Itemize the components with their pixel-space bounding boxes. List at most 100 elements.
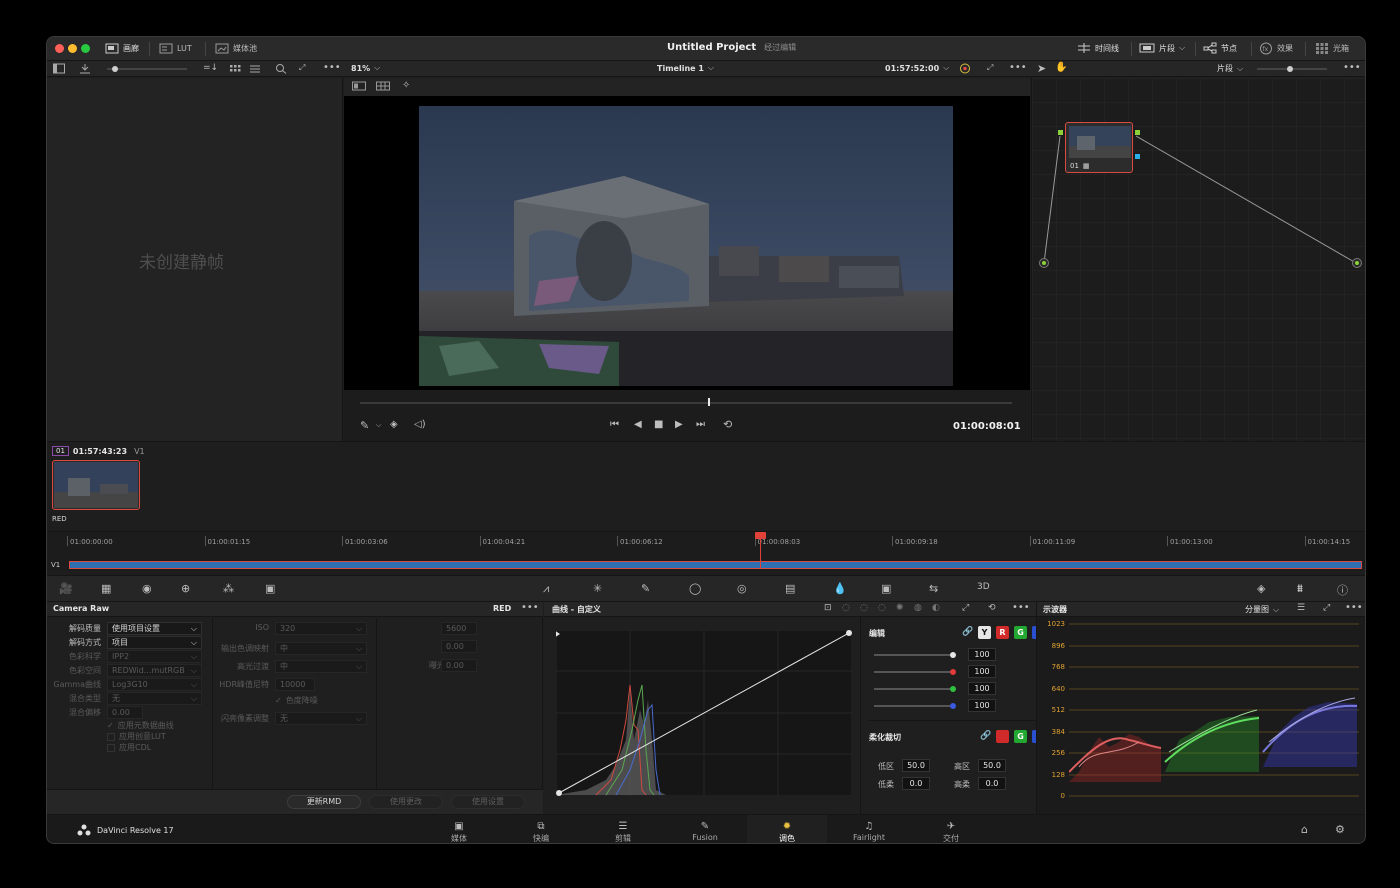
page-tab-deliver[interactable]: ✈ 交付 — [911, 815, 991, 843]
use-settings-button[interactable]: 使用设置 — [451, 795, 525, 809]
node-input-rgb[interactable] — [1058, 130, 1063, 135]
decode-quality-select[interactable]: 使用项目设置 ⌵ — [107, 622, 202, 635]
import-still-icon[interactable] — [79, 63, 91, 74]
page-tab-fairlight[interactable]: ♫ Fairlight — [829, 815, 909, 843]
play-reverse-icon[interactable]: ◀ — [634, 419, 642, 430]
node-output-rgb[interactable] — [1135, 130, 1140, 135]
highlight-rolloff-select[interactable]: 中 ⌵ — [275, 660, 367, 673]
color-temp-field[interactable]: 5600 — [441, 622, 477, 635]
search-icon[interactable] — [275, 63, 287, 74]
layers-icon[interactable]: ◈ — [390, 419, 398, 430]
hdr-wheels-icon[interactable]: ⊕ — [181, 582, 190, 595]
blur-icon[interactable]: 💧 — [833, 582, 847, 595]
go-to-end-icon[interactable]: ⏭ — [696, 419, 705, 430]
soft-clip-link-icon[interactable]: 🔗 — [980, 731, 991, 741]
pointer-tool-icon[interactable]: ➤ — [1037, 62, 1046, 75]
timeline-dropdown[interactable]: Timeline 1 ⌵ — [657, 63, 714, 73]
creative-lut-checkbox[interactable]: 应用创意LUT — [107, 731, 166, 742]
hand-tool-icon[interactable]: ✋ — [1055, 62, 1067, 73]
qualifier-icon[interactable]: ✎ — [641, 582, 650, 595]
zoom-dropdown[interactable]: 81% ⌵ — [351, 63, 380, 73]
exposure-field[interactable]: 0.00 — [441, 659, 477, 672]
update-rmd-button[interactable]: 更新RMD — [287, 795, 361, 809]
tab-lightbox[interactable]: 光箱 — [1315, 42, 1349, 54]
info-icon[interactable]: ⓘ — [1337, 582, 1348, 598]
link-icon[interactable]: 🔗 — [962, 627, 973, 637]
mini-timeline[interactable]: 01:00:00:00 01:00:01:15 01:00:03:06 01:00:0… — [47, 531, 1365, 571]
camera-raw-more-options-icon[interactable]: ••• — [521, 602, 539, 613]
g-intensity-value[interactable]: 100 — [968, 682, 996, 695]
curve-graph[interactable] — [556, 630, 852, 796]
high-soft-value[interactable]: 0.0 — [978, 777, 1006, 790]
sat-vs-sat-icon[interactable]: ◍ — [914, 603, 922, 613]
curves-more-options-icon[interactable]: ••• — [1012, 602, 1030, 613]
flash-pixel-select[interactable]: 无 ⌵ — [275, 712, 367, 725]
scope-expand-icon[interactable]: ⤢ — [1323, 603, 1330, 613]
motion-effects-icon[interactable]: ▣ — [265, 582, 275, 595]
hue-vs-sat-icon[interactable]: ◌ — [860, 603, 868, 613]
primaries-wheels-icon[interactable]: ◉ — [142, 582, 152, 595]
gallery-more-options-icon[interactable]: ••• — [323, 62, 341, 73]
gamut-compress-checkbox[interactable]: ✓ 色度降噪 — [275, 695, 318, 706]
tab-timeline[interactable]: 时间线 — [1077, 42, 1119, 54]
sidebar-toggle-icon[interactable] — [53, 63, 65, 74]
minimize-window-button[interactable] — [68, 44, 77, 53]
keyframes-icon[interactable]: ◈ — [1257, 582, 1265, 595]
use-changes-button[interactable]: 使用更改 — [369, 795, 443, 809]
b-intensity-value[interactable]: 100 — [968, 699, 996, 712]
node-output-key[interactable] — [1135, 154, 1140, 159]
mix-type-select[interactable]: 无 ⌵ — [107, 692, 202, 705]
volume-icon[interactable]: ◁) — [414, 419, 426, 430]
curve-point-shadow[interactable] — [556, 790, 562, 796]
split-screen-icon[interactable] — [352, 81, 366, 91]
tab-lut[interactable]: LUT — [159, 42, 192, 54]
iso-select[interactable]: 320 ⌵ — [275, 622, 367, 635]
timeline-clip-bar[interactable] — [69, 561, 1362, 569]
key-icon[interactable]: ▣ — [881, 582, 891, 595]
magic-mask-icon[interactable]: ▤ — [785, 582, 795, 595]
cdl-checkbox[interactable]: 应用CDL — [107, 742, 151, 753]
scope-mode-dropdown[interactable]: 分量图 ⌵ — [1245, 604, 1279, 615]
rgb-mixer-icon[interactable]: ⁂ — [223, 582, 234, 595]
sat-vs-lum-icon[interactable]: ◐ — [932, 603, 940, 613]
grid-overlay-icon[interactable] — [376, 81, 390, 91]
sort-icon[interactable]: =↓ — [203, 63, 218, 73]
maximize-window-button[interactable] — [81, 44, 90, 53]
sizing-icon[interactable]: ⇆ — [929, 582, 938, 595]
channel-r-chip[interactable]: R — [996, 626, 1009, 639]
output-tone-select[interactable]: 中 ⌵ — [275, 642, 367, 655]
curves-expand-icon[interactable]: ⤢ — [962, 603, 969, 613]
tab-media-pool[interactable]: 媒体池 — [215, 42, 257, 54]
viewer-more-options-icon[interactable]: ••• — [1009, 62, 1027, 73]
loop-icon[interactable]: ⟲ — [723, 418, 732, 431]
channel-g-chip[interactable]: G — [1014, 626, 1027, 639]
hue-vs-lum-icon[interactable]: ◌ — [878, 603, 886, 613]
viewer-fullscreen-icon[interactable]: ⤢ — [987, 63, 993, 73]
3d-icon[interactable]: 3D — [977, 582, 990, 592]
expand-gallery-icon[interactable]: ⤢ — [299, 63, 305, 73]
channel-y-chip[interactable]: Y — [978, 626, 991, 639]
source-timecode-dropdown[interactable]: 01:57:52:00 ⌵ — [885, 63, 949, 73]
lum-vs-sat-icon[interactable]: ✺ — [896, 603, 904, 613]
node-mode-dropdown[interactable]: 片段 ⌵ — [1217, 63, 1243, 74]
settings-gear-icon[interactable]: ⚙ — [1335, 823, 1345, 836]
go-to-start-icon[interactable]: ⏮ — [610, 419, 619, 430]
tab-gallery[interactable]: 画廊 — [105, 42, 139, 54]
curves-icon[interactable]: ⩘ — [543, 582, 549, 596]
color-space-select[interactable]: REDWid...mutRGB ⌵ — [107, 664, 202, 677]
close-window-button[interactable] — [55, 44, 64, 53]
hdr-peak-field[interactable]: 10000 — [275, 678, 315, 691]
page-tab-edit[interactable]: ☰ 剪辑 — [583, 815, 663, 843]
color-science-select[interactable]: IPP2 ⌵ — [107, 650, 202, 663]
tracker-icon[interactable]: ◎ — [737, 582, 747, 595]
gamma-select[interactable]: Log3G10 ⌵ — [107, 678, 202, 691]
source-input-node[interactable] — [1039, 258, 1049, 268]
chevron-down-icon[interactable]: ⌵ — [376, 421, 381, 430]
curve-point-highlight[interactable] — [846, 630, 852, 636]
node-more-options-icon[interactable]: ••• — [1343, 62, 1361, 73]
scope-more-options-icon[interactable]: ••• — [1345, 602, 1363, 613]
page-tab-color[interactable]: ✹ 调色 — [747, 815, 827, 843]
corrector-node-01[interactable]: 01 ▦ — [1065, 122, 1133, 173]
high-value[interactable]: 50.0 — [978, 759, 1006, 772]
scopes-icon[interactable]: ⩩ — [1297, 582, 1303, 596]
